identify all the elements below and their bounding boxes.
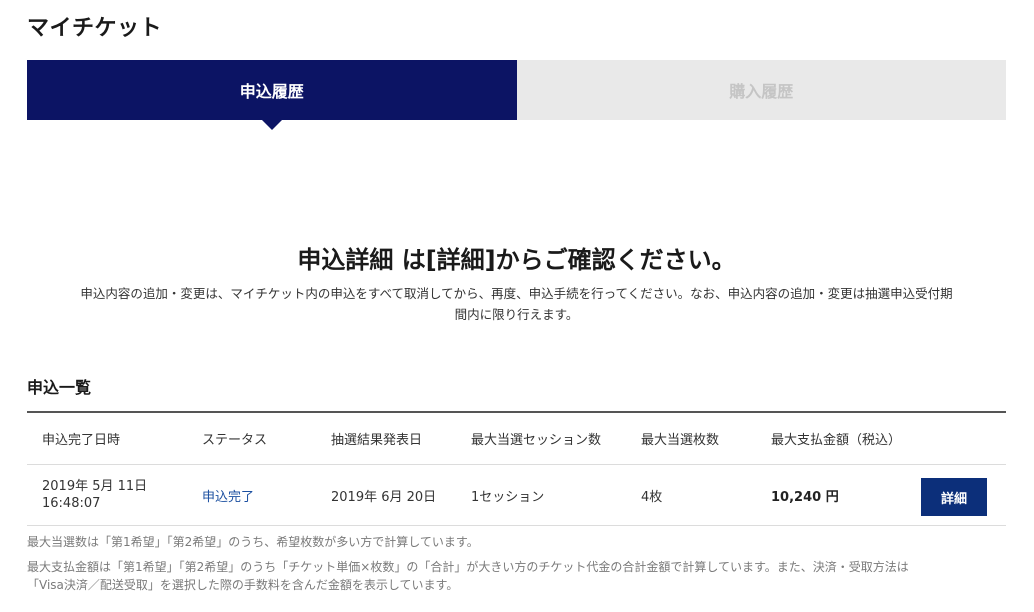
column-header: 申込完了日時	[42, 433, 121, 448]
completion-datetime: 2019年 5月 11日 16:48:07	[42, 465, 147, 525]
headline: 申込詳細 は[詳細]からご確認ください。	[297, 246, 736, 274]
page-title: マイチケット	[27, 16, 163, 41]
detail-button[interactable]: 詳細	[921, 478, 987, 516]
column-header: ステータス	[202, 433, 268, 448]
table-row: 2019年 5月 11日 16:48:07 申込完了 2019年 6月 20日 …	[27, 465, 1006, 526]
description-line: 申込内容の追加・変更は、マイチケット内の申込をすべて取消してから、再度、申込手続…	[80, 286, 953, 301]
description: 申込内容の追加・変更は、マイチケット内の申込をすべて取消してから、再度、申込手続…	[27, 283, 1006, 325]
note-line: 最大支払金額は「第1希望」「第2希望」のうち「チケット単価×枚数」の「合計」が大…	[27, 560, 909, 574]
tab-bar: 申込履歴 購入履歴	[27, 60, 1006, 130]
tab-purchase-history[interactable]: 購入履歴	[516, 60, 1006, 120]
note-line: 「Visa決済／配送受取」を選択した際の手数料を含んだ金額を表示しています。	[27, 578, 459, 592]
column-header: 最大支払金額（税込）	[771, 433, 902, 448]
description-line: 間内に限り行えます。	[454, 307, 579, 322]
column-header: 最大当選枚数	[641, 433, 720, 448]
note-max-amount: 最大支払金額は「第1希望」「第2希望」のうち「チケット単価×枚数」の「合計」が大…	[27, 558, 1006, 594]
note-max-tickets: 最大当選数は「第1希望」「第2希望」のうち、希望枚数が多い方で計算しています。	[27, 535, 479, 549]
table-header-row: 申込完了日時 ステータス 抽選結果発表日 最大当選セッション数 最大当選枚数 最…	[27, 413, 1006, 465]
tab-application-history[interactable]: 申込履歴	[27, 60, 517, 130]
column-header: 最大当選セッション数	[471, 433, 602, 448]
max-amount: 10,240 円	[771, 489, 839, 505]
max-sessions: 1セッション	[471, 489, 545, 505]
max-tickets: 4枚	[641, 489, 663, 505]
completion-date: 2019年 5月 11日	[42, 479, 148, 494]
completion-time: 16:48:07	[42, 496, 101, 511]
status-link[interactable]: 申込完了	[202, 465, 254, 525]
section-title: 申込一覧	[27, 378, 92, 397]
result-date: 2019年 6月 20日	[331, 489, 437, 505]
application-table: 申込完了日時 ステータス 抽選結果発表日 最大当選セッション数 最大当選枚数 最…	[27, 411, 1006, 526]
column-header: 抽選結果発表日	[331, 433, 423, 448]
